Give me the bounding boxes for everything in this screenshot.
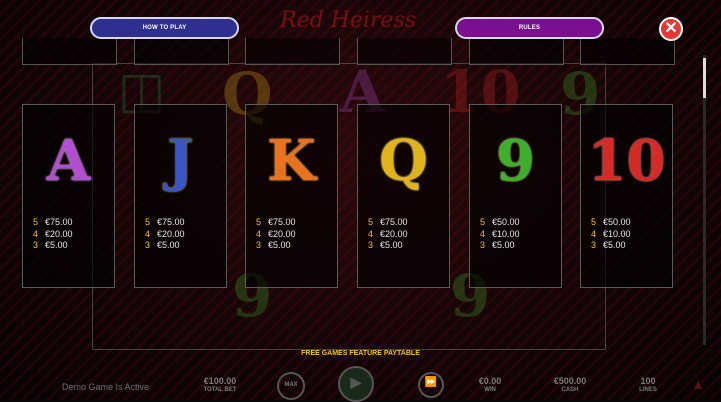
- cash-value: €500.00: [553, 376, 587, 386]
- lines-value: 100: [640, 376, 656, 386]
- payout-row: 5 €75.00: [368, 217, 408, 227]
- bottom-bar: Demo Game Is Active €100.00 TOTAL BET MA…: [0, 362, 721, 402]
- symbol-q: Q: [379, 128, 428, 194]
- payout-row: 3 €5.00: [145, 240, 180, 250]
- payout-row: 5 €75.00: [33, 217, 73, 227]
- payout-row: 4 €20.00: [256, 228, 296, 239]
- paytable-card-10: 10 5 €50.00 4 €10.00 3 €5.00: [580, 104, 673, 288]
- max-bet-label: MAX: [284, 382, 298, 388]
- fast-forward-icon: ⏩: [424, 377, 438, 388]
- paytable-card-9: 9 5 €50.00 4 €10.00 3 €5.00: [469, 104, 562, 288]
- close-icon[interactable]: ✕: [659, 17, 683, 41]
- payout-list: 5 €75.00 4 €20.00 3 €5.00: [368, 217, 408, 252]
- brand-icon: ▲: [691, 376, 705, 392]
- win-label: WIN: [484, 387, 496, 393]
- how-to-play-button[interactable]: HOW TO PLAY: [90, 17, 239, 39]
- panel-strip: [22, 38, 117, 65]
- symbol-k: K: [267, 128, 316, 194]
- payout-row: 3 €5.00: [480, 240, 515, 250]
- payout-list: 5 €75.00 4 €20.00 3 €5.00: [256, 217, 296, 252]
- paytable-card-j: J 5 €75.00 4 €20.00 3 €5.00: [134, 104, 227, 288]
- symbol-a: A: [46, 128, 91, 194]
- game-logo: Red Heiress: [280, 8, 417, 33]
- symbol-10: 10: [587, 128, 666, 194]
- free-games-paytable-title: FREE GAMES FEATURE PAYTABLE: [301, 350, 420, 357]
- total-bet-value: €100.00: [203, 376, 237, 386]
- paytable-card-k: K 5 €75.00 4 €20.00 3 €5.00: [245, 104, 338, 288]
- payout-row: 5 €75.00: [256, 217, 296, 227]
- panel-strip: [469, 38, 564, 65]
- payout-row: 5 €50.00: [480, 217, 520, 227]
- symbol-j: J: [167, 128, 194, 194]
- payout-row: 4 €10.00: [591, 228, 631, 239]
- payout-row: 5 €75.00: [145, 217, 185, 227]
- play-icon: ▶: [350, 374, 362, 390]
- payout-row: 3 €5.00: [256, 240, 291, 250]
- scrollbar-track[interactable]: [703, 55, 706, 345]
- symbol-9: 9: [496, 128, 535, 194]
- panel-strip: [580, 38, 675, 65]
- panel-strip: [357, 38, 452, 65]
- win-value: €0.00: [478, 376, 502, 386]
- payout-row: 4 €10.00: [480, 228, 520, 239]
- payout-row: 3 €5.00: [33, 240, 68, 250]
- cash-label: CASH: [561, 387, 579, 393]
- payout-row: 3 €5.00: [591, 240, 626, 250]
- payout-row: 4 €20.00: [145, 228, 185, 239]
- total-bet-label: TOTAL BET: [203, 387, 237, 393]
- lines-label: LINES: [639, 387, 657, 393]
- scrollbar-thumb[interactable]: [703, 58, 706, 98]
- paytable-card-q: Q 5 €75.00 4 €20.00 3 €5.00: [357, 104, 450, 288]
- payout-list: 5 €75.00 4 €20.00 3 €5.00: [33, 217, 73, 252]
- payout-row: 3 €5.00: [368, 240, 403, 250]
- payout-row: 4 €20.00: [368, 228, 408, 239]
- payout-list: 5 €75.00 4 €20.00 3 €5.00: [145, 217, 185, 252]
- paytable-card-a: A 5 €75.00 4 €20.00 3 €5.00: [22, 104, 115, 288]
- payout-list: 5 €50.00 4 €10.00 3 €5.00: [591, 217, 631, 252]
- panel-strip: [134, 38, 229, 65]
- demo-status-text: Demo Game Is Active: [62, 382, 150, 392]
- panel-strip: [245, 38, 340, 65]
- payout-list: 5 €50.00 4 €10.00 3 €5.00: [480, 217, 520, 252]
- payout-row: 5 €50.00: [591, 217, 631, 227]
- rules-button[interactable]: RULES: [455, 17, 604, 39]
- payout-row: 4 €20.00: [33, 228, 73, 239]
